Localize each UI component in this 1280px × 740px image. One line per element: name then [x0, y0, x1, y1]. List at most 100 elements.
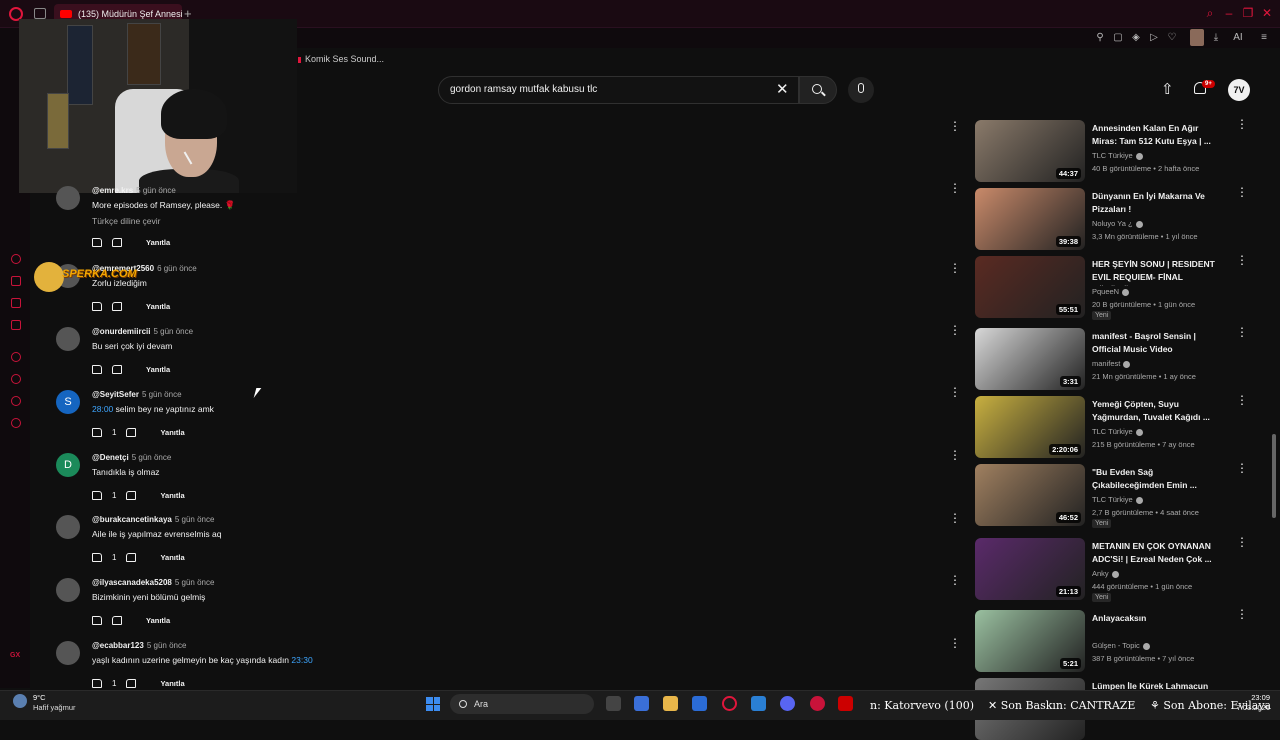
- video-thumbnail[interactable]: 3:31: [975, 328, 1085, 390]
- recommended-video[interactable]: 3:31 manifest - Başrol Sensin | Official…: [975, 326, 1255, 390]
- weather-widget[interactable]: 9°C Hafif yağmur: [33, 693, 76, 713]
- channel-name[interactable]: TLC Türkiye: [1092, 427, 1143, 436]
- commenter-avatar[interactable]: [56, 515, 80, 539]
- clear-search-icon[interactable]: ✕: [776, 81, 789, 99]
- more-options-icon[interactable]: ⋮: [949, 574, 961, 586]
- workspace-icon[interactable]: [34, 8, 46, 19]
- video-thumbnail[interactable]: 55:51: [975, 256, 1085, 318]
- upload-icon[interactable]: ⇧: [1161, 80, 1174, 98]
- comment-username[interactable]: @burakcancetinkaya: [92, 515, 172, 524]
- comment-username[interactable]: @onurdemiircii: [92, 327, 150, 336]
- like-icon[interactable]: [92, 552, 102, 562]
- menu-icon[interactable]: ≡: [1258, 32, 1270, 44]
- youtube-search-input[interactable]: gordon ramsay mutfak kabusu tlc: [438, 76, 799, 104]
- shield-icon[interactable]: ◈: [1130, 32, 1142, 44]
- dislike-icon[interactable]: [112, 615, 122, 625]
- commenter-avatar[interactable]: [56, 327, 80, 351]
- channel-avatar[interactable]: 7V: [1228, 79, 1250, 101]
- video-more-icon[interactable]: ⋮: [1236, 394, 1248, 406]
- close-window-button[interactable]: ✕: [1260, 6, 1274, 20]
- video-thumbnail[interactable]: 46:52: [975, 464, 1085, 526]
- opera-taskbar-icon[interactable]: [722, 696, 737, 711]
- page-scrollbar[interactable]: [1272, 110, 1276, 688]
- reply-button[interactable]: Yanıtla: [146, 616, 170, 625]
- app-icon[interactable]: [751, 696, 766, 711]
- timestamp-link[interactable]: 23:30: [291, 655, 312, 665]
- task-view-icon[interactable]: [606, 696, 621, 711]
- scrollbar-thumb[interactable]: [1272, 434, 1276, 518]
- video-more-icon[interactable]: ⋮: [1236, 608, 1248, 620]
- video-more-icon[interactable]: ⋮: [1236, 186, 1248, 198]
- video-thumbnail[interactable]: 2:20:06: [975, 396, 1085, 458]
- file-explorer-icon[interactable]: [663, 696, 678, 711]
- timestamp-link[interactable]: 28:00: [92, 404, 113, 414]
- commenter-avatar[interactable]: [56, 641, 80, 665]
- translate-link[interactable]: Türkçe diline çevir: [92, 216, 161, 226]
- reply-button[interactable]: Yanıtla: [160, 491, 184, 500]
- like-icon[interactable]: [92, 678, 102, 688]
- channel-name[interactable]: TLC Türkiye: [1092, 151, 1143, 160]
- dislike-icon[interactable]: [126, 552, 137, 562]
- sidebar-ai-icon[interactable]: [11, 254, 21, 264]
- dislike-icon[interactable]: [126, 427, 137, 437]
- ai-button[interactable]: AI: [1228, 32, 1248, 44]
- recommended-video[interactable]: 55:51 HER ŞEYİN SONU | RESIDENT EVIL REQ…: [975, 254, 1255, 320]
- sidebar-history-icon[interactable]: [11, 374, 21, 384]
- comment-date[interactable]: 5 gün önce: [132, 453, 172, 462]
- more-options-icon[interactable]: ⋮: [949, 262, 961, 274]
- recommended-video[interactable]: 5:21 Anlayacaksın Gülşen - Topic 387 B g…: [975, 608, 1255, 672]
- dislike-icon[interactable]: [112, 237, 122, 247]
- recommended-video[interactable]: 2:20:06 Yemeği Çöpten, Suyu Yağmurdan, T…: [975, 394, 1255, 458]
- comment-date[interactable]: 5 gün önce: [175, 515, 215, 524]
- channel-name[interactable]: Noluyo Ya ¿: [1092, 219, 1143, 228]
- channel-name[interactable]: PqueeN: [1092, 287, 1130, 296]
- video-title[interactable]: Anlayacaksın: [1092, 612, 1220, 625]
- video-title[interactable]: METANIN EN ÇOK OYNANAN ADC'Si! | Ezreal …: [1092, 540, 1220, 566]
- reply-button[interactable]: Yanıtla: [146, 238, 170, 247]
- maximize-button[interactable]: ❐: [1241, 6, 1255, 20]
- sidebar-messenger-icon[interactable]: [11, 276, 21, 286]
- reply-button[interactable]: Yanıtla: [160, 679, 184, 688]
- video-title[interactable]: Annesinden Kalan En Ağır Miras: Tam 512 …: [1092, 122, 1220, 148]
- comment-username[interactable]: @Denetçi: [92, 453, 129, 462]
- dislike-icon[interactable]: [126, 490, 137, 500]
- channel-name[interactable]: TLC Türkiye: [1092, 495, 1143, 504]
- store-icon[interactable]: [692, 696, 707, 711]
- opera-gx-icon[interactable]: [810, 696, 825, 711]
- discord-icon[interactable]: [780, 696, 795, 711]
- recommended-video[interactable]: 39:38 Dünyanın En İyi Makarna Ve Pizzala…: [975, 186, 1255, 250]
- video-more-icon[interactable]: ⋮: [1236, 326, 1248, 338]
- video-title[interactable]: Dünyanın En İyi Makarna Ve Pizzaları !: [1092, 190, 1220, 216]
- comment-username[interactable]: @emre.krs: [92, 186, 133, 195]
- recommended-video[interactable]: 21:13 METANIN EN ÇOK OYNANAN ADC'Si! | E…: [975, 536, 1255, 602]
- video-title[interactable]: manifest - Başrol Sensin | Official Musi…: [1092, 330, 1220, 356]
- like-icon[interactable]: [92, 364, 102, 374]
- more-options-icon[interactable]: ⋮: [949, 324, 961, 336]
- comment-date[interactable]: 5 gün önce: [153, 327, 193, 336]
- channel-name[interactable]: manifest: [1092, 359, 1131, 368]
- channel-name[interactable]: Anky: [1092, 569, 1119, 578]
- reply-button[interactable]: Yanıtla: [160, 553, 184, 562]
- dislike-icon[interactable]: [126, 678, 137, 688]
- search-tabs-icon[interactable]: ⌕: [1203, 6, 1217, 20]
- more-options-icon[interactable]: ⋮: [949, 182, 961, 194]
- video-more-icon[interactable]: ⋮: [1236, 254, 1248, 266]
- minimize-button[interactable]: –: [1222, 6, 1236, 20]
- commenter-avatar[interactable]: [56, 186, 80, 210]
- like-icon[interactable]: [92, 427, 102, 437]
- comment-date[interactable]: 6 gün önce: [157, 264, 197, 273]
- reply-button[interactable]: Yanıtla: [146, 302, 170, 311]
- dislike-icon[interactable]: [112, 301, 122, 311]
- bookmark-item[interactable]: Komik Ses Sound...: [298, 54, 384, 64]
- start-button[interactable]: [426, 697, 440, 711]
- like-icon[interactable]: [92, 490, 102, 500]
- profile-avatar[interactable]: [1190, 29, 1204, 46]
- channel-name[interactable]: Gülşen - Topic: [1092, 641, 1150, 650]
- comment-username[interactable]: @ecabbar123: [92, 641, 144, 650]
- reply-button[interactable]: Yanıtla: [160, 428, 184, 437]
- video-title[interactable]: HER ŞEYİN SONU | RESIDENT EVIL REQUIEM- …: [1092, 258, 1220, 286]
- like-icon[interactable]: [92, 615, 102, 625]
- more-options-icon[interactable]: ⋮: [949, 512, 961, 524]
- video-title[interactable]: "Bu Evden Sağ Çıkabileceğimden Emin ...: [1092, 466, 1220, 492]
- comment-date[interactable]: 5 gün önce: [175, 578, 215, 587]
